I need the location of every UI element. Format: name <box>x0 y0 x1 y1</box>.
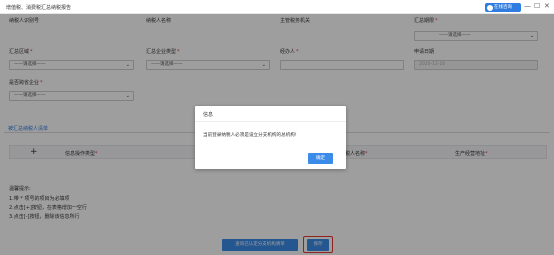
online-consult-label: 在线咨询 <box>494 5 512 10</box>
online-consult-button[interactable]: 在线咨询 <box>485 3 521 12</box>
dialog-ok-button[interactable]: 确定 <box>308 153 333 164</box>
dialog-divider <box>195 121 346 122</box>
close-icon[interactable]: ✕ <box>544 3 550 10</box>
minimize-icon[interactable]: — <box>524 3 531 10</box>
info-dialog: 信息 当前登录纳税人必须是设立分支机构的总机构! 确定 <box>195 106 346 169</box>
chat-icon <box>487 4 493 11</box>
dialog-message: 当前登录纳税人必须是设立分支机构的总机构! <box>203 133 297 138</box>
title-bar: 增值税、消费税汇总纳税报告 在线咨询 — ☐ ✕ <box>0 0 554 14</box>
dialog-title: 信息 <box>203 112 214 118</box>
maximize-icon[interactable]: ☐ <box>534 3 540 10</box>
window-title: 增值税、消费税汇总纳税报告 <box>6 5 72 11</box>
